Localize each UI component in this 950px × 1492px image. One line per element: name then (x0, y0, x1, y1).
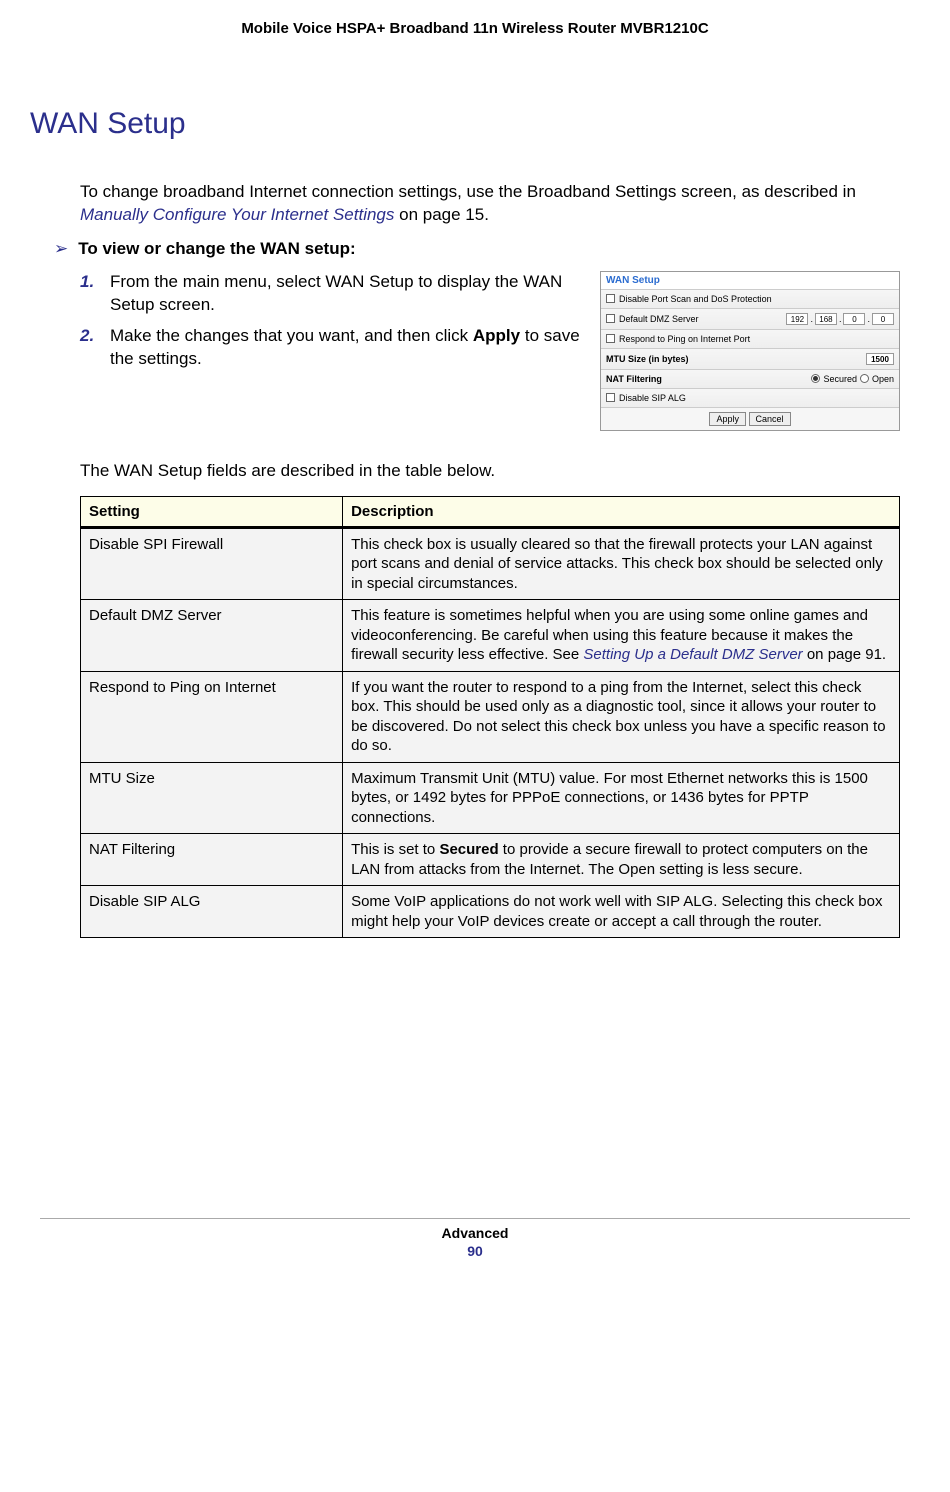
step-number: 2. (80, 325, 94, 348)
row-label: Respond to Ping on Internet Port (619, 334, 750, 344)
radio-secured-label: Secured (823, 374, 857, 384)
step-1: 1. From the main menu, select WAN Setup … (110, 271, 580, 317)
cell-description: Some VoIP applications do not work well … (343, 886, 900, 938)
cell-description: This is set to Secured to provide a secu… (343, 834, 900, 886)
checkbox-icon[interactable] (606, 314, 615, 323)
section-title: WAN Setup (30, 107, 910, 141)
step-number: 1. (80, 271, 94, 294)
wan-setup-screenshot: WAN Setup Disable Port Scan and DoS Prot… (600, 271, 900, 431)
ip-octet-4[interactable]: 0 (872, 313, 894, 325)
mtu-input[interactable]: 1500 (866, 353, 894, 365)
cell-description: This feature is sometimes helpful when y… (343, 600, 900, 672)
cell-setting: Respond to Ping on Internet (81, 671, 343, 762)
document-header: Mobile Voice HSPA+ Broadband 11n Wireles… (40, 20, 910, 37)
screenshot-row-sip-alg: Disable SIP ALG (601, 388, 899, 407)
radio-open-label: Open (872, 374, 894, 384)
row-label: Default DMZ Server (619, 314, 699, 324)
cell-description: If you want the router to respond to a p… (343, 671, 900, 762)
screenshot-button-row: Apply Cancel (601, 407, 899, 430)
row-label: NAT Filtering (606, 374, 662, 384)
cell-setting: Default DMZ Server (81, 600, 343, 672)
desc-before: This is set to (351, 841, 439, 858)
cell-setting: NAT Filtering (81, 834, 343, 886)
ip-input-group: 192. 168. 0. 0 (786, 313, 894, 325)
row-label: Disable Port Scan and DoS Protection (619, 294, 772, 304)
cell-setting: Disable SPI Firewall (81, 527, 343, 600)
intro-text-prefix: To change broadband Internet connection … (80, 182, 856, 201)
cell-setting: Disable SIP ALG (81, 886, 343, 938)
page-footer: Advanced 90 (40, 1218, 910, 1259)
screenshot-row-mtu: MTU Size (in bytes) 1500 (601, 348, 899, 369)
table-header-row: Setting Description (81, 496, 900, 527)
step-text: From the main menu, select WAN Setup to … (110, 272, 562, 314)
ip-octet-3[interactable]: 0 (843, 313, 865, 325)
cell-description: This check box is usually cleared so tha… (343, 527, 900, 600)
checkbox-icon[interactable] (606, 294, 615, 303)
steps-column: 1. From the main menu, select WAN Setup … (80, 271, 580, 431)
table-row: Default DMZ Server This feature is somet… (81, 600, 900, 672)
cell-setting: MTU Size (81, 762, 343, 834)
table-intro: The WAN Setup fields are described in th… (80, 461, 900, 481)
step-2: 2. Make the changes that you want, and t… (110, 325, 580, 371)
screenshot-row-nat: NAT Filtering Secured Open (601, 369, 899, 388)
header-setting: Setting (81, 496, 343, 527)
steps-and-screenshot: 1. From the main menu, select WAN Setup … (80, 271, 900, 431)
radio-open[interactable] (860, 374, 869, 383)
desc-link[interactable]: Setting Up a Default DMZ Server (583, 646, 802, 663)
nat-radio-group: Secured Open (811, 374, 894, 384)
radio-secured[interactable] (811, 374, 820, 383)
header-description: Description (343, 496, 900, 527)
footer-section: Advanced (40, 1225, 910, 1241)
table-row: Disable SPI Firewall This check box is u… (81, 527, 900, 600)
row-label: MTU Size (in bytes) (606, 354, 689, 364)
steps-list: 1. From the main menu, select WAN Setup … (80, 271, 580, 371)
desc-after: on page 91. (803, 646, 886, 663)
ip-octet-1[interactable]: 192 (786, 313, 808, 325)
step-text-before: Make the changes that you want, and then… (110, 326, 473, 345)
procedure-heading: To view or change the WAN setup: (80, 239, 900, 259)
ip-octet-2[interactable]: 168 (815, 313, 837, 325)
body-content: To change broadband Internet connection … (80, 181, 900, 938)
intro-text-suffix: on page 15. (394, 205, 489, 224)
table-row: Disable SIP ALG Some VoIP applications d… (81, 886, 900, 938)
screenshot-row-dmz: Default DMZ Server 192. 168. 0. 0 (601, 308, 899, 329)
footer-page-number: 90 (40, 1243, 910, 1259)
table-row: Respond to Ping on Internet If you want … (81, 671, 900, 762)
desc-bold: Secured (439, 841, 498, 858)
screenshot-row-disable-port-scan: Disable Port Scan and DoS Protection (601, 289, 899, 308)
table-row: NAT Filtering This is set to Secured to … (81, 834, 900, 886)
screenshot-row-respond-ping: Respond to Ping on Internet Port (601, 329, 899, 348)
apply-button[interactable]: Apply (709, 412, 746, 426)
wan-settings-table: Setting Description Disable SPI Firewall… (80, 496, 900, 939)
intro-link[interactable]: Manually Configure Your Internet Setting… (80, 205, 394, 224)
intro-paragraph: To change broadband Internet connection … (80, 181, 900, 227)
step-text-bold: Apply (473, 326, 520, 345)
checkbox-icon[interactable] (606, 393, 615, 402)
cancel-button[interactable]: Cancel (749, 412, 791, 426)
document-title: Mobile Voice HSPA+ Broadband 11n Wireles… (241, 20, 708, 37)
row-label: Disable SIP ALG (619, 393, 686, 403)
cell-description: Maximum Transmit Unit (MTU) value. For m… (343, 762, 900, 834)
table-row: MTU Size Maximum Transmit Unit (MTU) val… (81, 762, 900, 834)
checkbox-icon[interactable] (606, 334, 615, 343)
screenshot-title: WAN Setup (601, 272, 899, 289)
